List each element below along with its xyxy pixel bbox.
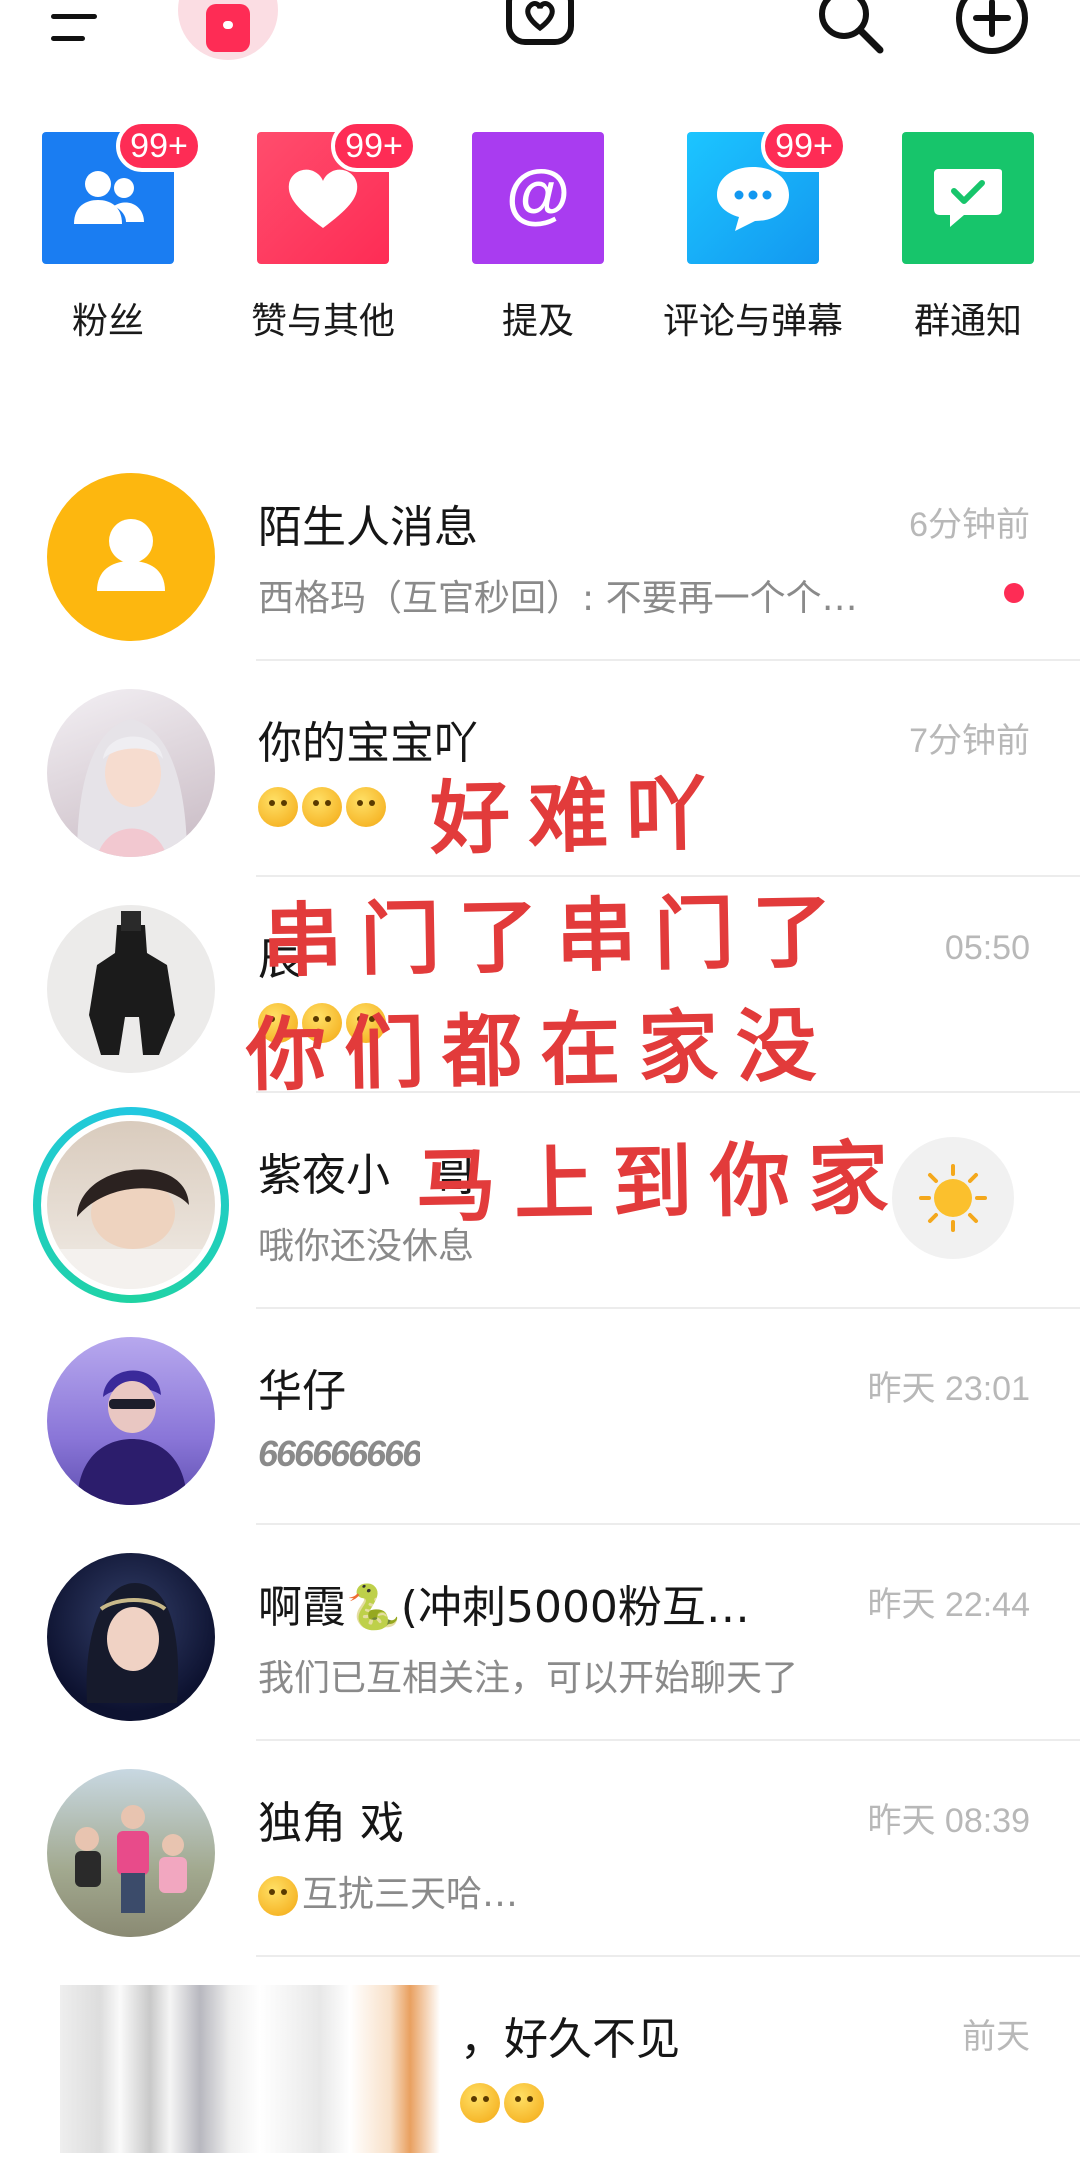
conversation-row[interactable]: ，好久不见 前天 [0, 1957, 1080, 2173]
user-icon [97, 519, 165, 591]
unread-badge: 99+ [116, 120, 202, 172]
avatar-photo [89, 911, 175, 1055]
conversation-name: 陌生人消息 [258, 502, 478, 553]
add-button[interactable] [950, 0, 1034, 60]
conversation-preview: 西格玛（互官秒回）: 不要再一个个… [258, 578, 858, 619]
emoji-icon [504, 2083, 544, 2123]
conversation-row[interactable]: 独角 戏 昨天 08:39 互扰三天哈… [0, 1741, 1080, 1957]
greeting-button[interactable] [892, 1137, 1014, 1259]
conversation-time: 昨天 08:39 [867, 1802, 1030, 1840]
conversation-time: 前天 [962, 2018, 1030, 2056]
at-icon: @ [506, 160, 570, 230]
app-shortcut-button[interactable] [178, 0, 278, 60]
conversation-name: 华仔 [258, 1366, 346, 1417]
avatar [47, 1553, 215, 1721]
shortcut-comments[interactable]: 99+ 评论与弹幕 [663, 120, 847, 350]
conversation-preview [258, 1001, 390, 1043]
conversation-list: 陌生人消息 6分钟前 西格玛（互官秒回）: 不要再一个个… 你的宝宝吖 7分钟前 [0, 445, 1080, 2173]
avatar-photo [77, 1370, 187, 1505]
conversation-time: 6分钟前 [909, 506, 1030, 544]
conversation-row[interactable]: 啊霞🐍(冲刺5000粉互… 昨天 22:44 我们已互相关注，可以开始聊天了 [0, 1525, 1080, 1741]
heart-icon [288, 169, 358, 228]
emoji-icon [302, 1003, 342, 1043]
unread-badge: 99+ [761, 120, 847, 172]
shortcut-label: 粉丝 [71, 301, 144, 342]
conversation-row[interactable]: 你的宝宝吖 7分钟前 [0, 661, 1080, 877]
camera-heart-icon [506, 0, 574, 45]
conversation-row-strangers[interactable]: 陌生人消息 6分钟前 西格玛（互官秒回）: 不要再一个个… [0, 445, 1080, 661]
shortcut-group-notice[interactable]: 群通知 [882, 120, 1052, 350]
shortcut-label: 提及 [501, 301, 574, 342]
conversation-row[interactable]: 华仔 昨天 23:01 666666666 [0, 1309, 1080, 1525]
conversation-time: 昨天 22:44 [867, 1586, 1030, 1624]
conversation-row[interactable]: 紫夜小哥 哦你还没休息 [0, 1093, 1080, 1309]
search-icon [819, 0, 884, 54]
camera-button[interactable] [498, 0, 582, 50]
top-bar [0, 0, 1080, 86]
conversation-name: 你的宝宝吖 [258, 718, 478, 769]
shortcut-label: 赞与其他 [250, 301, 395, 342]
app-logo-icon [206, 4, 250, 52]
emoji-icon [258, 787, 298, 827]
avatar [47, 473, 215, 641]
conversation-preview [460, 2081, 548, 2123]
unread-badge: 99+ [331, 120, 417, 172]
conversation-preview [258, 785, 390, 827]
emoji-icon [346, 787, 386, 827]
conversation-time: 7分钟前 [909, 722, 1030, 760]
unread-dot [1004, 583, 1024, 603]
shortcut-label: 群通知 [913, 301, 1022, 342]
menu-icon [51, 14, 97, 41]
conversation-name: 独角 戏 [258, 1798, 404, 1849]
conversation-preview: 哦你还没休息 [258, 1226, 475, 1267]
svg-text:@: @ [506, 160, 570, 230]
emoji-icon [258, 1876, 298, 1916]
conversation-preview: 666666666 [258, 1433, 421, 1474]
conversation-time: 05:50 [944, 929, 1030, 967]
avatar-photo [75, 1805, 187, 1913]
group-notice-icon [934, 169, 1002, 227]
avatar [47, 1121, 215, 1289]
shortcut-tile: @ [472, 132, 604, 264]
shortcut-label: 评论与弹幕 [662, 301, 843, 342]
menu-button[interactable] [40, 0, 110, 60]
avatar-photo [47, 1169, 215, 1289]
fans-icon [74, 171, 144, 224]
conversation-preview: 我们已互相关注，可以开始聊天了 [258, 1658, 799, 1699]
search-button[interactable] [810, 0, 890, 60]
conversation-name: ，好久不见 [460, 2014, 680, 2065]
conversation-name: 紫夜小哥 [258, 1150, 478, 1201]
shortcut-fans[interactable]: 99+ 粉丝 [22, 120, 202, 350]
conversation-name: 啊霞🐍(冲刺5000粉互… [258, 1582, 750, 1633]
sun-icon [919, 1164, 987, 1232]
comment-icon [717, 167, 789, 231]
conversation-time: 昨天 23:01 [867, 1370, 1030, 1408]
add-icon [956, 0, 1028, 54]
emoji-icon [460, 2083, 500, 2123]
conversation-preview: 互扰三天哈… [258, 1865, 518, 1917]
conversation-name: 辰 [258, 934, 302, 985]
emoji-icon [258, 1003, 298, 1043]
avatar-photo [77, 719, 187, 857]
emoji-icon [346, 1003, 386, 1043]
shortcut-tile [902, 132, 1034, 264]
shortcut-mentions[interactable]: @ 提及 [452, 120, 622, 350]
notification-shortcuts: 99+ 粉丝 99+ 赞与其他 @ 提及 99+ 评论与弹幕 群通知 [0, 120, 1080, 360]
avatar [47, 1769, 215, 1937]
avatar-photo [86, 1583, 179, 1703]
avatar [47, 689, 215, 857]
shortcut-likes[interactable]: 99+ 赞与其他 [237, 120, 417, 350]
avatar [47, 1337, 215, 1505]
conversation-row[interactable]: 辰 05:50 [0, 877, 1080, 1093]
emoji-icon [302, 787, 342, 827]
avatar [47, 905, 215, 1073]
